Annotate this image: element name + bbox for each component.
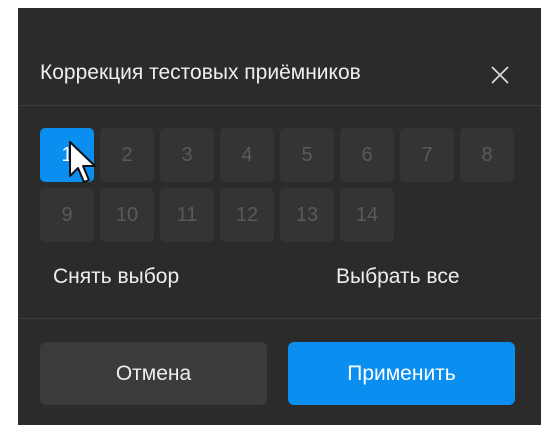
receiver-correction-dialog: Коррекция тестовых приёмников 1 2 3 4 5 … [18, 8, 541, 425]
close-icon[interactable] [488, 63, 512, 87]
channel-button-9[interactable]: 9 [40, 188, 94, 242]
channel-button-13[interactable]: 13 [280, 188, 334, 242]
footer-divider [18, 318, 541, 319]
channel-button-7[interactable]: 7 [400, 128, 454, 182]
apply-button[interactable]: Применить [288, 342, 515, 405]
channel-button-3[interactable]: 3 [160, 128, 214, 182]
channel-button-5[interactable]: 5 [280, 128, 334, 182]
dialog-title: Коррекция тестовых приёмников [40, 61, 361, 84]
select-all-link[interactable]: Выбрать все [336, 265, 460, 289]
channel-button-8[interactable]: 8 [460, 128, 514, 182]
channel-button-10[interactable]: 10 [100, 188, 154, 242]
cancel-button[interactable]: Отмена [40, 342, 267, 405]
channel-button-6[interactable]: 6 [340, 128, 394, 182]
header-divider [18, 105, 541, 106]
channel-button-11[interactable]: 11 [160, 188, 214, 242]
channel-button-12[interactable]: 12 [220, 188, 274, 242]
channel-button-4[interactable]: 4 [220, 128, 274, 182]
channel-button-1[interactable]: 1 [40, 128, 94, 182]
channel-button-2[interactable]: 2 [100, 128, 154, 182]
channel-button-14[interactable]: 14 [340, 188, 394, 242]
deselect-all-link[interactable]: Снять выбор [53, 265, 179, 289]
